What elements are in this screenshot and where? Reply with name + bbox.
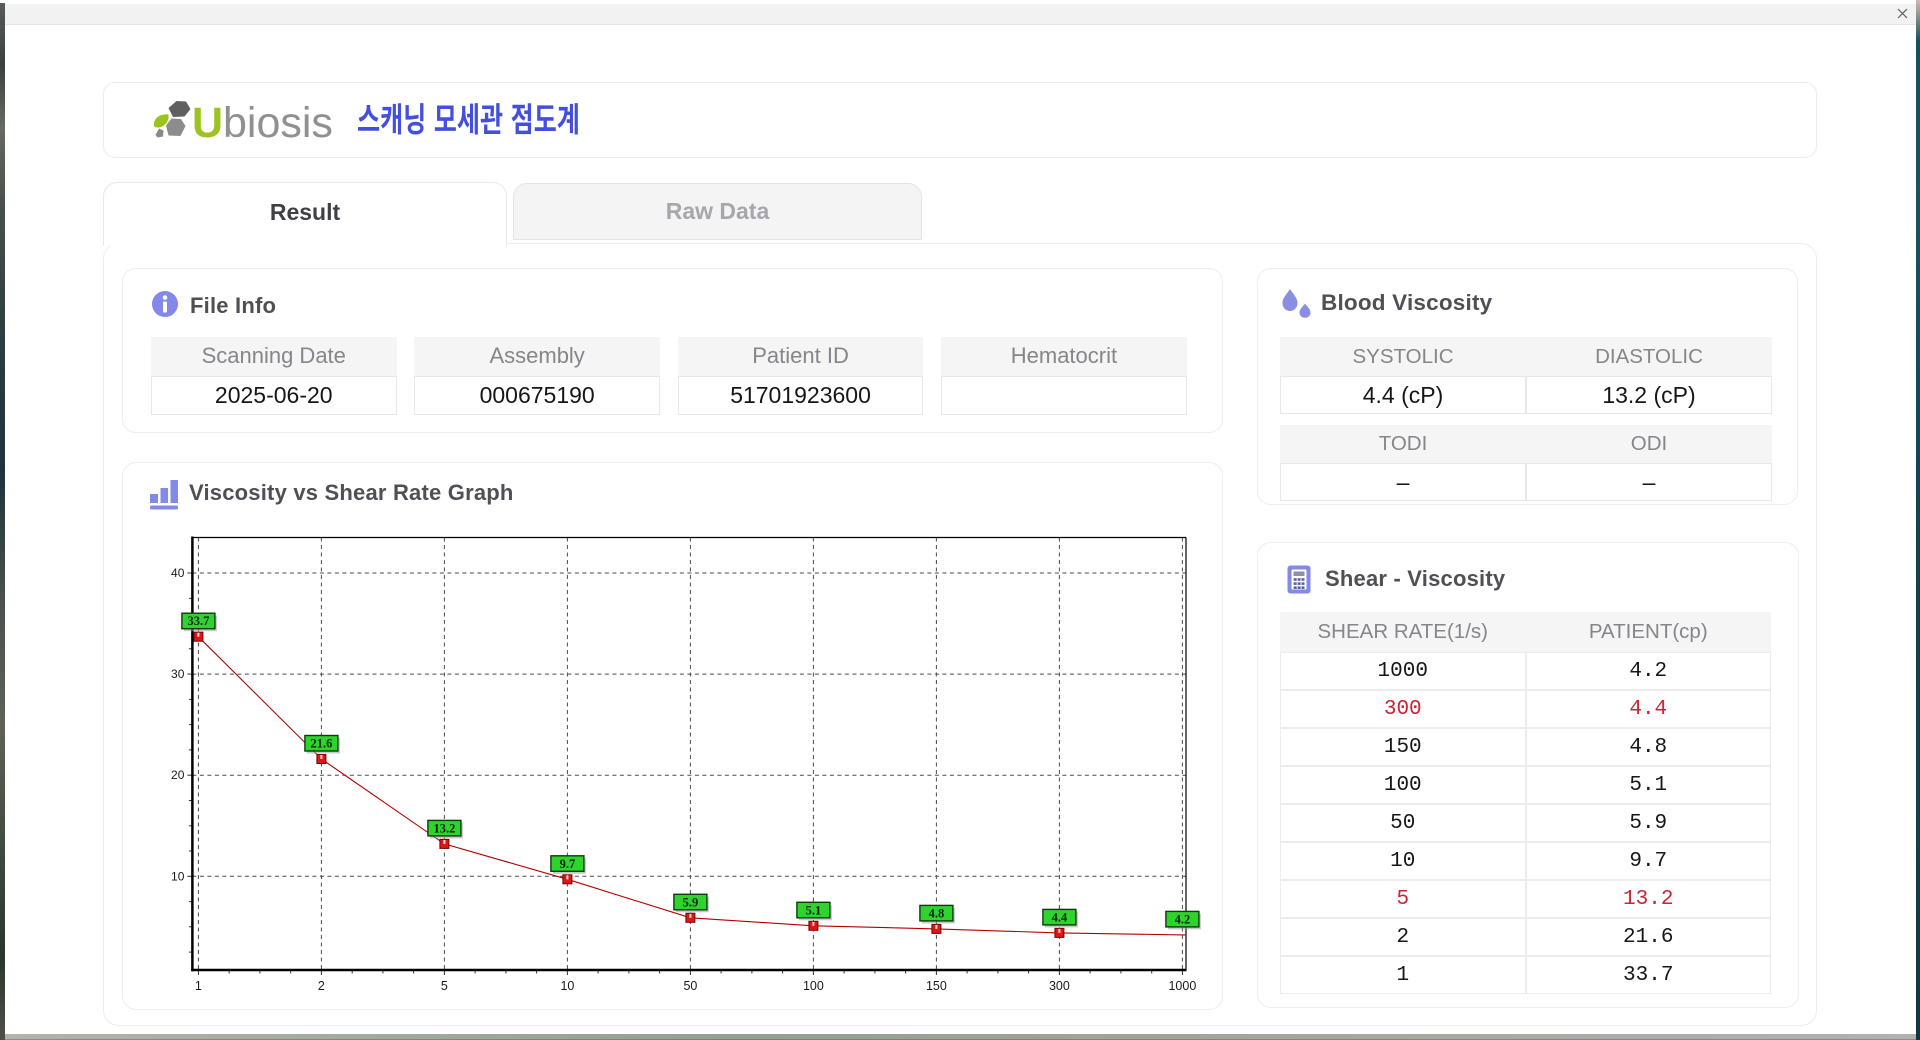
svg-text:10: 10 xyxy=(560,979,574,993)
svg-text:9.7: 9.7 xyxy=(560,857,576,871)
svg-text:biosis: biosis xyxy=(223,99,333,145)
svg-text:10: 10 xyxy=(171,869,185,883)
svg-text:33.7: 33.7 xyxy=(187,614,209,628)
svg-text:100: 100 xyxy=(803,979,824,993)
svg-text:4.4: 4.4 xyxy=(1052,910,1068,924)
svg-text:150: 150 xyxy=(926,979,947,993)
svg-text:2: 2 xyxy=(318,979,325,993)
svg-text:U: U xyxy=(192,99,223,145)
svg-text:30: 30 xyxy=(171,667,185,681)
svg-text:5.1: 5.1 xyxy=(806,903,822,917)
svg-text:50: 50 xyxy=(683,979,697,993)
svg-text:5: 5 xyxy=(441,979,448,993)
svg-text:40: 40 xyxy=(171,566,185,580)
svg-text:300: 300 xyxy=(1049,979,1070,993)
svg-text:1000: 1000 xyxy=(1168,979,1196,993)
svg-text:1: 1 xyxy=(195,979,202,993)
svg-text:4.2: 4.2 xyxy=(1175,912,1191,926)
svg-text:21.6: 21.6 xyxy=(310,737,332,751)
svg-text:13.2: 13.2 xyxy=(433,821,455,835)
svg-text:20: 20 xyxy=(171,768,185,782)
svg-text:5.9: 5.9 xyxy=(683,895,699,909)
svg-text:4.8: 4.8 xyxy=(929,906,945,920)
